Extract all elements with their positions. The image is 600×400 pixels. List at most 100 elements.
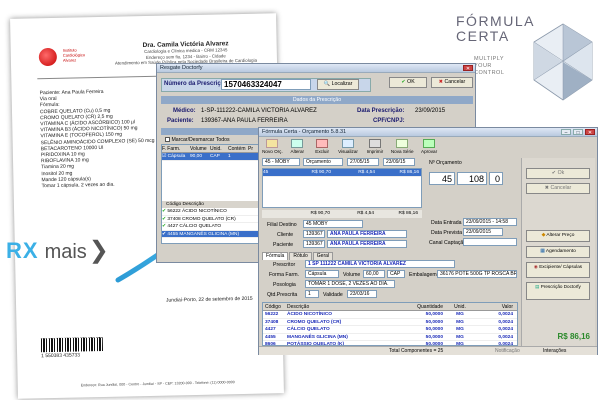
medico-value: 1-SP-111222-CAMILA VICTORIA ALVAREZ <box>201 108 317 114</box>
maximize-icon[interactable]: □ <box>573 129 583 136</box>
ok-button[interactable]: ✔ OK <box>389 77 427 88</box>
formula-certa-title: FÓRMULA CERTA <box>456 13 535 44</box>
check-icon: ☑ <box>162 154 167 159</box>
check-icon: ✔ <box>162 224 167 230</box>
paciente-code-input[interactable]: 139367 <box>303 240 325 248</box>
loja-select[interactable]: 45 - MOBY <box>262 158 300 166</box>
filial-destino-input[interactable]: 45 MOBY <box>303 220 363 228</box>
imprimir-button[interactable]: Imprimir <box>362 139 387 157</box>
tab-formula[interactable]: Fórmula <box>262 252 289 260</box>
cancel-button[interactable]: ✖ Cancelar <box>431 77 473 88</box>
close-icon[interactable]: ✕ <box>463 65 473 72</box>
validade-input[interactable]: 23/03/16 <box>347 290 377 298</box>
excipiente-capsulas-button[interactable]: ◉ Excipiente/ Cápsulas <box>526 262 590 278</box>
check-icon: ✔ <box>162 231 167 237</box>
table-cell: 0,0024 <box>498 334 513 340</box>
interacoes-link[interactable]: Interações <box>543 347 566 356</box>
unidade-select[interactable]: CAP <box>387 270 405 278</box>
aprovar-button[interactable]: Aprovar <box>417 139 441 157</box>
tab-rotulo[interactable]: Rótulo <box>289 252 312 260</box>
embalagem-input[interactable]: 36176 POTE 500G TP ROSCA BRANCA <box>437 270 517 278</box>
cliente-code-input[interactable]: 139367 <box>303 230 325 238</box>
formula-certa-tagline: MULTIPLY YOUR CONTROL <box>474 56 505 76</box>
list-item[interactable]: ✔ 4455 MANGANÊS GLICINA (MN) <box>162 230 272 239</box>
orcamento-serie-input[interactable]: 0 <box>489 172 503 185</box>
document-icon: ▤ <box>535 284 540 289</box>
check-icon: ✔ <box>401 79 406 85</box>
table-cell: 50,0000 <box>425 312 443 317</box>
prescritor-input[interactable]: 1 SP 111222 CAMILA VICTORIA ALVAREZ <box>305 260 455 268</box>
tab-geral[interactable]: Geral <box>312 252 334 260</box>
table-cell: 37408 <box>265 319 279 325</box>
table-cell: 56222 <box>265 312 279 317</box>
table-cell: CÁLCIO QUELATO <box>287 327 330 333</box>
list-item[interactable]: ✔ 37408 CROMO QUELATO (CR) <box>162 216 272 224</box>
visualizar-button[interactable]: Visualizar <box>336 139 361 157</box>
close-icon[interactable]: ✕ <box>585 129 595 136</box>
table-row[interactable]: 4427 CÁLCIO QUELATO 50,0000 MG 0,0024 <box>263 326 517 334</box>
formula-certa-orcamento-window: Fórmula Certa - Orçamento 5.8.31 – □ ✕ N… <box>258 127 598 355</box>
table-cell: MG <box>456 312 464 317</box>
table-row[interactable]: 4455 MANGANÊS GLICINA (MN) 50,0000 MG 0,0024 <box>263 334 517 342</box>
ok-button[interactable]: ✔ Ok <box>526 168 590 179</box>
cliente-name-input[interactable]: ANA PAULA FERREIRA <box>327 230 407 238</box>
data-ate-input[interactable]: 23/09/15 <box>383 158 415 166</box>
resgate-titlebar[interactable]: Resgate Doctorfy ✕ <box>157 64 475 73</box>
qtd-prescrita-input[interactable]: 1 <box>305 290 319 298</box>
printer-icon <box>368 139 381 148</box>
volume-input[interactable]: 60,00 <box>363 270 385 278</box>
table-cell: 4455 <box>265 334 276 340</box>
localizar-button[interactable]: 🔍 Localizar <box>317 79 359 90</box>
nova-serie-button[interactable]: Nova Série <box>389 139 415 157</box>
prescricao-doctorfy-button[interactable]: ▤ Prescrição Doctorfy <box>526 282 590 300</box>
novo-orcamento-button[interactable]: Novo Orç. <box>261 139 284 157</box>
toolbar: Novo Orç. Alterar Excluir Visualizar Imp… <box>261 139 441 157</box>
data-entrada-input[interactable]: 23/09/2015 - 14:58 <box>463 218 517 226</box>
list-item[interactable]: ✔ 4427 CÁLCIO QUELATO <box>162 223 272 231</box>
data-prescricao-value: 23/09/2015 <box>415 108 446 114</box>
calendar-icon: ▦ <box>540 249 545 254</box>
notificacao-link[interactable]: Notificação <box>495 347 520 356</box>
paciente-name-input[interactable]: ANA PAULA FERREIRA <box>327 240 407 248</box>
view-icon <box>342 139 354 148</box>
cancel-icon: ✖ <box>544 185 550 191</box>
cancel-button[interactable]: ✖ Cancelar <box>526 183 590 194</box>
orcamento-number-input[interactable]: 45 <box>429 172 455 185</box>
total-value: R$ 86,16 <box>557 332 590 341</box>
excluir-button[interactable]: Excluir <box>311 139 334 157</box>
table-cell: ÁCIDO NICOTÍNICO <box>287 312 333 317</box>
forma-farm-select[interactable]: Cápsula <box>305 270 339 278</box>
formula-row[interactable]: ☑ Cápsula 90,00 CAP 1 <box>162 153 272 161</box>
list-item[interactable]: ✔ 56222 ÁCIDO NICOTÍNICO <box>162 208 272 216</box>
alterar-preco-button[interactable]: ◆ Alterar Preço <box>526 230 590 242</box>
canal-captacao-select[interactable] <box>463 238 517 246</box>
alterar-button[interactable]: Alterar <box>286 139 309 157</box>
table-row[interactable]: 56222 ÁCIDO NICOTÍNICO 50,0000 MG 0,0024 <box>263 311 517 319</box>
check-icon: ✔ <box>162 209 167 214</box>
agendamento-button[interactable]: ▦ Agendamento <box>526 246 590 258</box>
minimize-icon[interactable]: – <box>561 129 571 136</box>
table-row[interactable]: 37408 CROMO QUELATO (CR) 50,0000 MG 0,0024 <box>263 319 517 327</box>
status-text: Total Componentes = 25 <box>389 348 444 354</box>
table-row[interactable]: 45 R$ 90,70 R$ 4,54 R$ 86,16 <box>263 169 421 177</box>
orcamento-sequence-input[interactable]: 108 <box>457 172 487 185</box>
approve-icon <box>423 139 436 148</box>
mark-all-checkbox[interactable]: Marcar/Desmarcar Todos <box>165 137 230 143</box>
cancel-icon: ✖ <box>438 79 444 85</box>
posologia-input[interactable]: TOMAR 1 DOSE, 2 VEZES AO DIA. <box>305 280 395 288</box>
price-tag-icon: ◆ <box>541 233 546 238</box>
check-icon: ✔ <box>162 216 167 222</box>
table-cell: 0,0024 <box>498 327 513 333</box>
prescription-number-input[interactable]: 1570463324047 <box>221 79 311 90</box>
data-prevista-input[interactable]: 23/09/2015 <box>463 228 503 236</box>
orcamento-list: 45 R$ 90,70 R$ 4,54 R$ 86,16 <box>262 168 422 208</box>
tipo-select[interactable]: Orçamento <box>303 158 343 166</box>
delete-icon <box>316 139 329 148</box>
data-de-input[interactable]: 27/05/15 <box>347 158 379 166</box>
new-document-icon <box>266 139 279 148</box>
formulas-grid: F. Farm. Volume Unid. Contém Pr ☑ Cápsula 90,… <box>161 144 273 244</box>
table-cell: MG <box>456 319 464 325</box>
orcamento-titlebar[interactable]: Fórmula Certa - Orçamento 5.8.31 – □ ✕ <box>259 128 597 137</box>
table-cell: 50,0000 <box>425 319 443 325</box>
table-cell: 50,0000 <box>425 334 443 340</box>
